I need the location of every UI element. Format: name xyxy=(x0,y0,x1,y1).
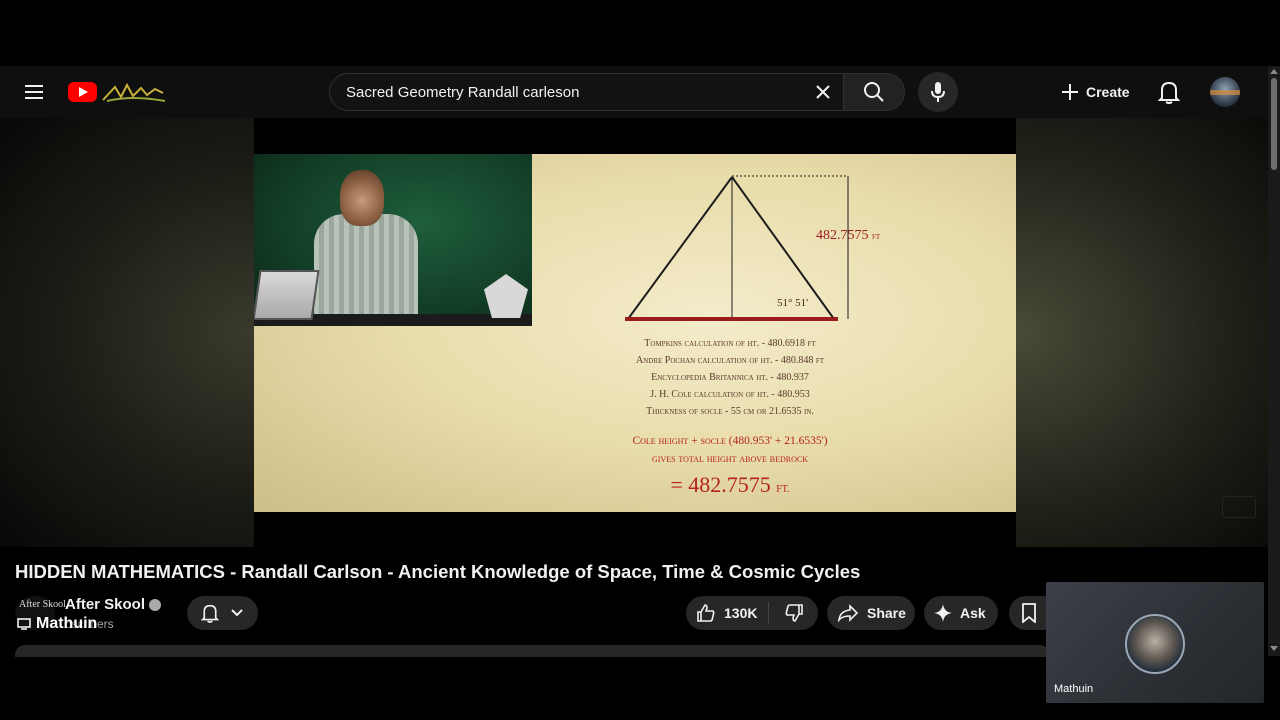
scroll-up-arrow-icon[interactable] xyxy=(1270,69,1278,74)
presenter-body xyxy=(314,214,418,326)
youtube-logo[interactable] xyxy=(68,80,167,104)
share-button[interactable]: Share xyxy=(827,596,915,630)
close-icon xyxy=(816,85,830,99)
ambient-glow-right xyxy=(1016,118,1268,547)
red-line-2: gives total height above bedrock xyxy=(651,453,809,465)
description-box[interactable] xyxy=(15,645,1050,657)
like-count: 130K xyxy=(724,605,758,621)
channel-name-text[interactable]: After Skool xyxy=(65,596,145,613)
create-button[interactable]: Create xyxy=(1050,74,1140,110)
ask-label: Ask xyxy=(960,605,986,621)
calc-line-2: Andre Pochan calculation of ht. - 480.84… xyxy=(635,355,824,366)
participant-name: Mathuin xyxy=(1054,683,1094,695)
voice-search-button[interactable] xyxy=(918,72,958,112)
search-icon xyxy=(864,82,884,102)
like-dislike-group: 130K xyxy=(686,596,818,630)
notifications-button[interactable] xyxy=(1150,72,1188,112)
participant-avatar xyxy=(1125,614,1185,674)
ambient-glow-left xyxy=(0,118,254,547)
create-label: Create xyxy=(1086,84,1130,100)
webcam-overlay-window: Mathuin xyxy=(1046,582,1264,703)
presenter-head xyxy=(340,170,384,226)
share-label: Share xyxy=(867,605,906,621)
channel-avatar-text: After Skool xyxy=(19,599,66,610)
bookmark-icon xyxy=(1022,603,1036,623)
total-height: = 482.7575 FT. xyxy=(610,472,850,498)
youtube-play-icon xyxy=(68,82,97,102)
search-button[interactable] xyxy=(843,73,905,111)
menu-button[interactable] xyxy=(14,72,54,112)
top-band xyxy=(0,0,1280,66)
dodecahedron-model xyxy=(484,274,528,318)
total-value: 482.7575 xyxy=(688,472,771,497)
height-unit: FT xyxy=(872,233,881,241)
calc-line-3: Encyclopedia Britannica ht. - 480.937 xyxy=(651,372,809,383)
ask-button[interactable]: Ask xyxy=(924,596,998,630)
subscription-notifications-button[interactable] xyxy=(187,596,258,630)
doodle-logo-icon xyxy=(102,82,166,102)
laptop-image xyxy=(254,270,320,320)
total-prefix: = xyxy=(670,472,683,497)
red-line-1: Cole height + socle (480.953' + 21.6535'… xyxy=(632,435,828,447)
thumbs-down-icon xyxy=(785,604,803,622)
overlay-username: Mathuin xyxy=(36,615,98,632)
channel-name[interactable]: After Skool xyxy=(65,596,162,613)
hamburger-icon xyxy=(25,85,43,99)
video-title: HIDDEN MATHEMATICS - Randall Carlson - A… xyxy=(15,561,861,582)
calc-line-5: Thickness of socle - 55 cm or 21.6535 in… xyxy=(646,406,814,417)
search-input[interactable]: Sacred Geometry Randall carleson xyxy=(346,84,579,101)
scroll-down-arrow-icon[interactable] xyxy=(1270,646,1278,651)
share-icon xyxy=(837,604,859,622)
thumbs-up-icon xyxy=(697,604,715,622)
total-unit: FT. xyxy=(776,484,790,495)
screen-share-icon xyxy=(17,618,31,630)
page-scrollbar[interactable] xyxy=(1268,66,1280,656)
plus-icon xyxy=(1062,84,1078,100)
chevron-down-icon xyxy=(231,609,243,617)
presenter-inset xyxy=(254,154,532,326)
save-button[interactable] xyxy=(1009,596,1049,630)
height-label: 482.7575 xyxy=(816,228,869,243)
calc-line-4: J. H. Cole calculation of ht. - 480.953 xyxy=(650,389,810,400)
video-frame[interactable]: 482.7575 FT 51° 51' Tompkins calculation… xyxy=(254,118,1016,547)
search-box[interactable]: Sacred Geometry Randall carleson xyxy=(329,73,844,111)
verified-badge-icon xyxy=(149,598,162,611)
calc-line-1: Tompkins calculation of ht. - 480.6918 f… xyxy=(644,338,816,349)
bell-icon xyxy=(1158,81,1180,104)
scroll-thumb[interactable] xyxy=(1271,78,1277,170)
masthead: Sacred Geometry Randall carleson Create xyxy=(0,66,1268,118)
clear-search-button[interactable] xyxy=(809,78,837,106)
like-button[interactable]: 130K xyxy=(686,603,768,623)
screen-share-overlay: Mathuin xyxy=(17,615,97,633)
dislike-button[interactable] xyxy=(769,603,818,623)
sparkle-icon xyxy=(934,604,952,622)
video-player[interactable]: 482.7575 FT 51° 51' Tompkins calculation… xyxy=(0,118,1268,547)
bell-icon xyxy=(200,604,219,623)
account-avatar[interactable] xyxy=(1210,77,1240,107)
microphone-icon xyxy=(931,82,945,102)
angle-label: 51° 51' xyxy=(777,297,809,309)
channel-watermark[interactable] xyxy=(1222,496,1256,518)
